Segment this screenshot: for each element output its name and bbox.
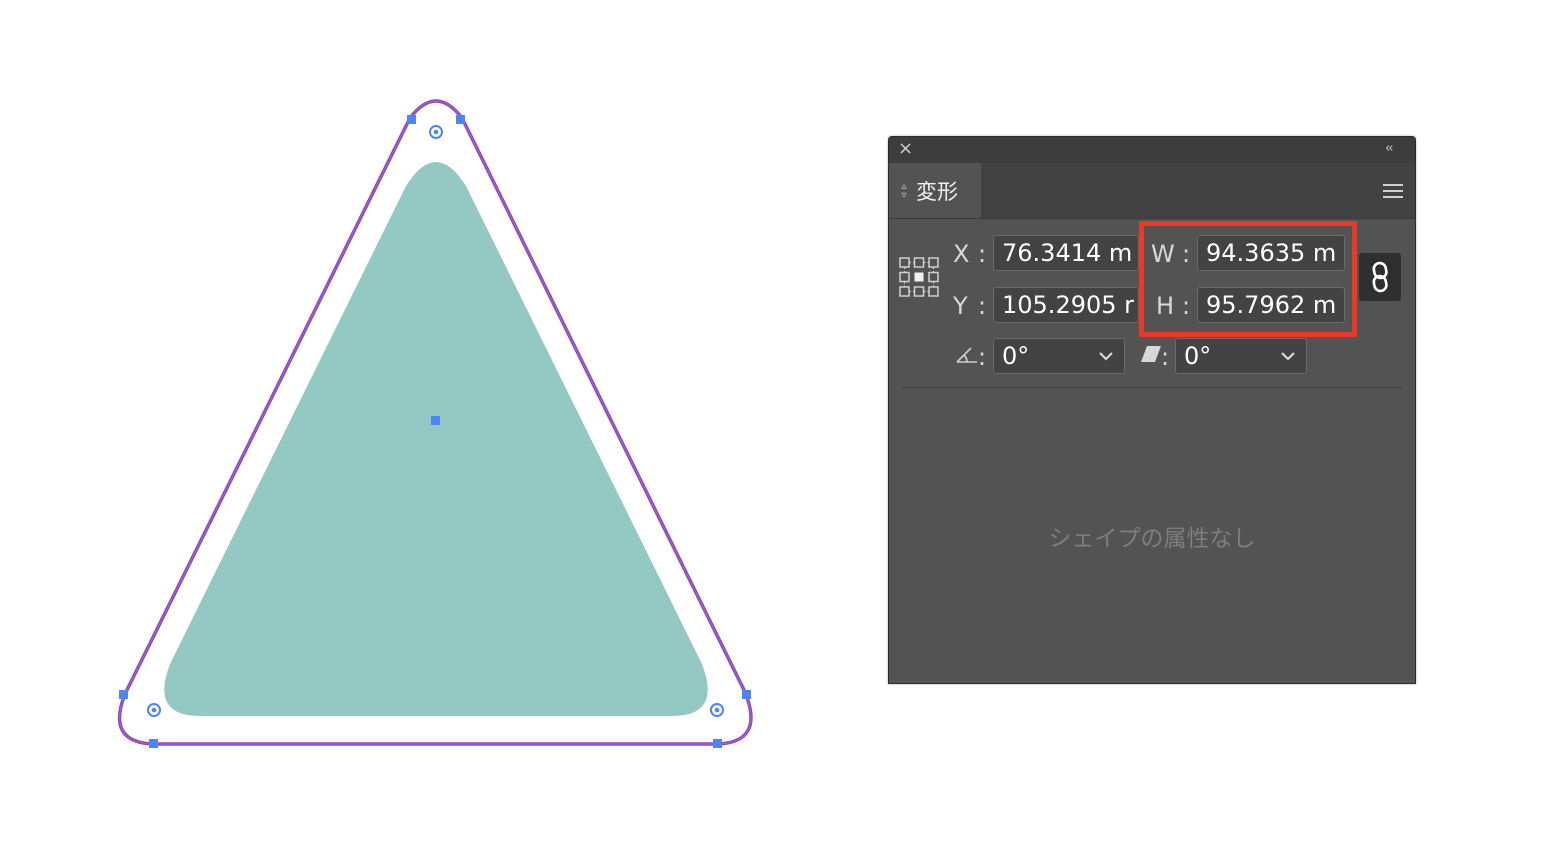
- corner-widget-dot: [714, 707, 720, 713]
- h-separator: :: [1182, 292, 1191, 320]
- y-label: Y: [953, 292, 968, 320]
- anchor-point[interactable]: [119, 690, 128, 699]
- w-label: W: [1151, 240, 1175, 268]
- no-shape-properties-message: シェイプの属性なし: [1048, 526, 1256, 552]
- transform-panel: × ‹‹ ▵ ▿ 変形 X : 76.3414 m Y : 105.2905 r …: [888, 136, 1416, 684]
- angle-input[interactable]: 0°: [993, 338, 1091, 374]
- tab-transform[interactable]: ▵ ▿ 変形: [889, 163, 981, 218]
- anchor-point[interactable]: [149, 739, 158, 748]
- shear-icon: [1141, 346, 1161, 362]
- collapse-icon[interactable]: ‹‹: [1385, 141, 1405, 157]
- panel-titlebar[interactable]: × ‹‹: [889, 137, 1415, 163]
- h-label: H: [1156, 292, 1175, 320]
- anchor-point[interactable]: [456, 115, 465, 124]
- anchor-point[interactable]: [407, 115, 416, 124]
- shear-dropdown-button[interactable]: [1271, 338, 1307, 374]
- x-label: X: [953, 240, 970, 268]
- x-separator: :: [978, 240, 987, 268]
- chevron-down-icon: [1099, 352, 1113, 361]
- anchor-point[interactable]: [713, 739, 722, 748]
- link-icon: [1372, 261, 1388, 293]
- tab-arrows-icon: ▵ ▿: [901, 180, 907, 201]
- y-input[interactable]: 105.2905 r: [993, 287, 1139, 323]
- menu-icon[interactable]: [1383, 184, 1403, 198]
- rotate-angle-icon: [956, 347, 977, 363]
- chevron-down-icon: [1281, 352, 1295, 361]
- anchor-point[interactable]: [742, 690, 751, 699]
- w-separator: :: [1182, 240, 1191, 268]
- shear-input[interactable]: 0°: [1175, 338, 1273, 374]
- corner-widget-dot: [433, 129, 439, 135]
- shear-separator: :: [1161, 343, 1170, 371]
- panel-divider: [901, 387, 1403, 388]
- center-point[interactable]: [431, 416, 440, 425]
- tab-label: 変形: [916, 179, 958, 204]
- h-input[interactable]: 95.7962 m: [1197, 287, 1345, 323]
- angle-dropdown-button[interactable]: [1089, 338, 1125, 374]
- panel-tabbar: ▵ ▿ 変形: [889, 163, 1415, 219]
- corner-widget-dot: [151, 707, 157, 713]
- close-icon[interactable]: ×: [898, 140, 914, 158]
- triangle-fill[interactable]: [164, 162, 708, 716]
- w-input[interactable]: 94.3635 m: [1197, 235, 1345, 271]
- y-separator: :: [978, 292, 987, 320]
- reference-point-icon[interactable]: [899, 257, 939, 297]
- constrain-proportions-button[interactable]: [1359, 253, 1401, 301]
- angle-separator: :: [978, 343, 987, 371]
- x-input[interactable]: 76.3414 m: [993, 235, 1139, 271]
